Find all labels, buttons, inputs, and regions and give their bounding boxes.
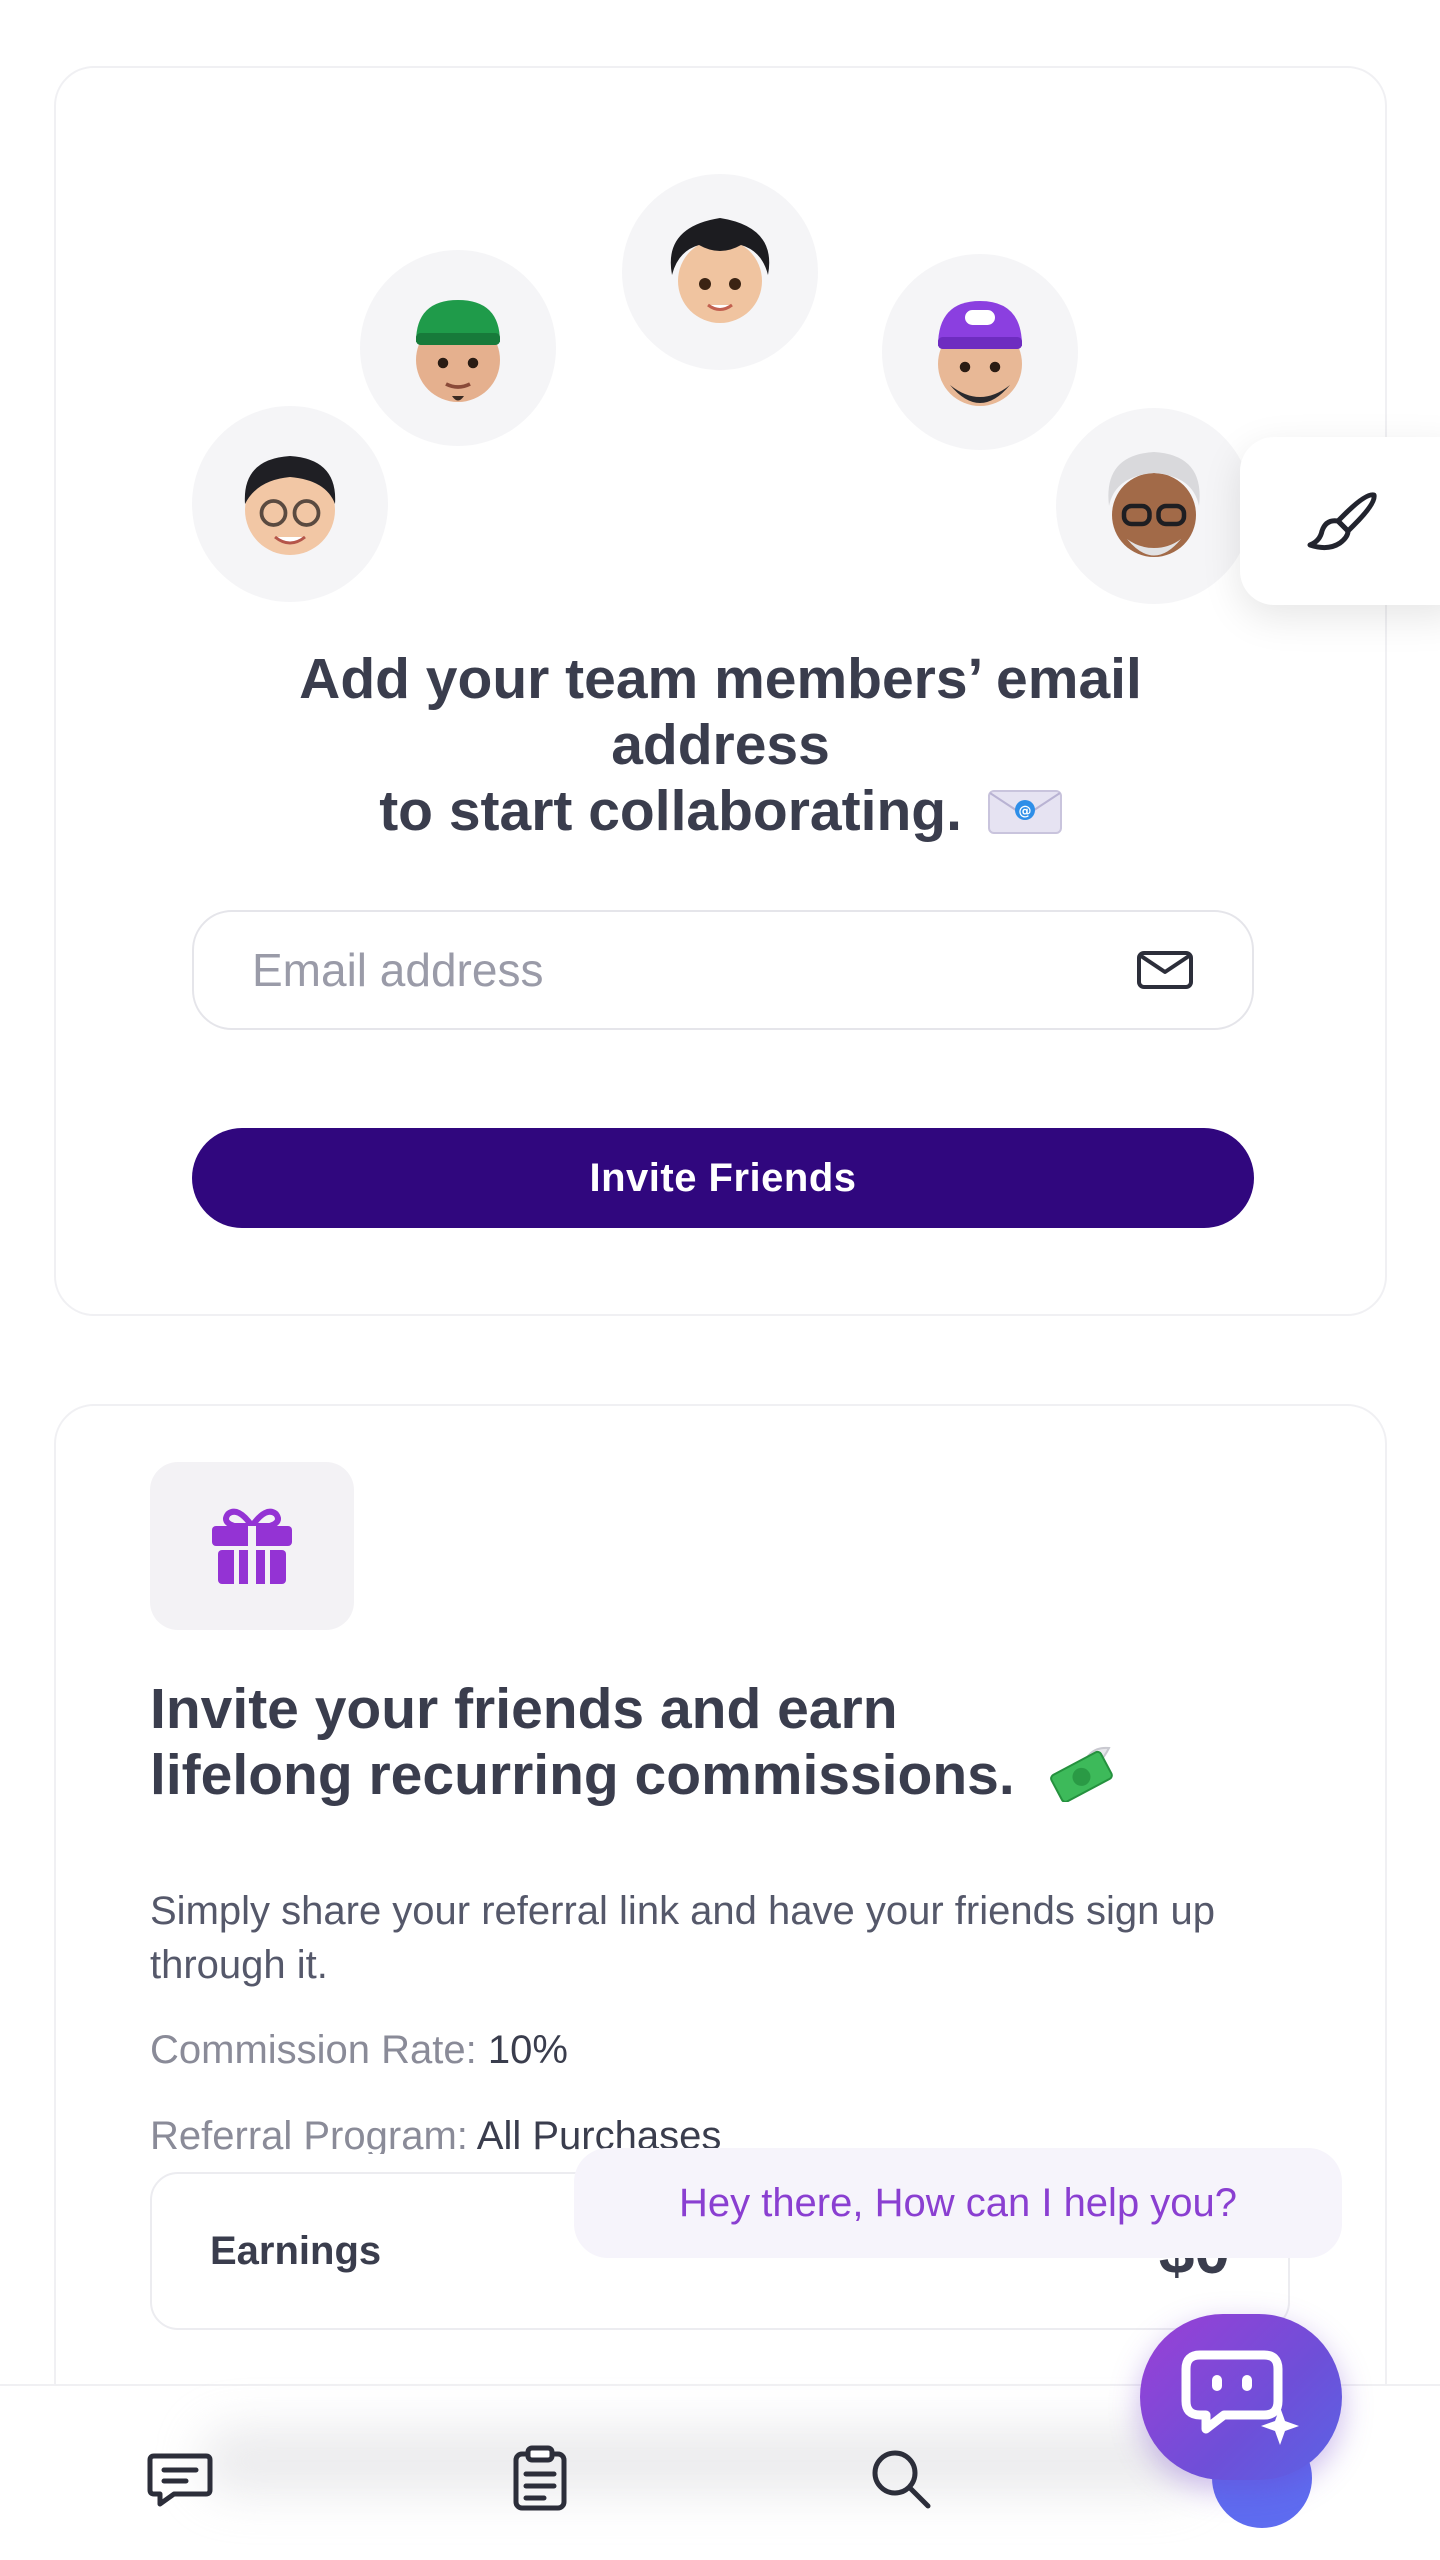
invite-heading: Add your team members’ email address to … (56, 646, 1385, 844)
mail-icon (1137, 951, 1193, 989)
paint-brush-icon (1307, 492, 1377, 551)
invite-heading-line3-wrap: to start collaborating. @ (56, 778, 1385, 844)
money-wings-emoji-icon (1049, 1746, 1113, 1802)
chat-icon (147, 2453, 213, 2507)
avatar-older-man-glasses (1056, 408, 1252, 604)
ai-bot-icon (1181, 2350, 1299, 2445)
gift-icon-tile (150, 1462, 354, 1630)
avatar-curly-hair (622, 174, 818, 370)
assistant-chat-bubble[interactable]: Hey there, How can I help you? (574, 2148, 1342, 2258)
search-icon (872, 2450, 931, 2509)
email-field[interactable] (192, 910, 1254, 1030)
invite-friends-button[interactable]: Invite Friends (192, 1128, 1254, 1228)
nav-search[interactable] (864, 2442, 936, 2514)
avatar-man-purple-cap (882, 254, 1078, 450)
nav-tasks[interactable] (504, 2442, 576, 2514)
referral-program-label: Referral Program: (150, 2114, 468, 2154)
referral-title: Invite your friends and earn lifelong re… (150, 1676, 1350, 1808)
ai-assistant-button[interactable] (1140, 2314, 1342, 2480)
gift-icon (212, 1508, 292, 1584)
referral-title-line2: lifelong recurring commissions. (150, 1743, 1015, 1807)
avatar-woman-glasses (192, 406, 388, 602)
commission-rate-label: Commission Rate: (150, 2028, 477, 2072)
earnings-label: Earnings (210, 2228, 382, 2273)
envelope-emoji-icon: @ (987, 790, 1062, 834)
invite-heading-line3: to start collaborating. (379, 779, 962, 843)
avatar-man-green-cap (360, 250, 556, 446)
clipboard-icon (513, 2445, 567, 2511)
referral-description: Simply share your referral link and have… (150, 1889, 1215, 1987)
commission-rate-row: Commission Rate: 10% (150, 2028, 568, 2073)
customize-brush-tab[interactable] (1240, 437, 1440, 605)
nav-shadow (200, 2426, 1200, 2496)
invite-heading-line1: Add your team members’ email (299, 647, 1142, 711)
nav-chat[interactable] (144, 2442, 216, 2514)
email-input[interactable] (252, 943, 1136, 997)
invite-heading-line2: address (611, 713, 830, 777)
svg-text:@: @ (1018, 804, 1031, 819)
referral-title-line2-wrap: lifelong recurring commissions. (150, 1742, 1350, 1808)
referral-title-line1: Invite your friends and earn (150, 1677, 898, 1741)
invite-team-card: Add your team members’ email address to … (54, 66, 1387, 1316)
commission-rate-value: 10% (487, 2028, 568, 2072)
